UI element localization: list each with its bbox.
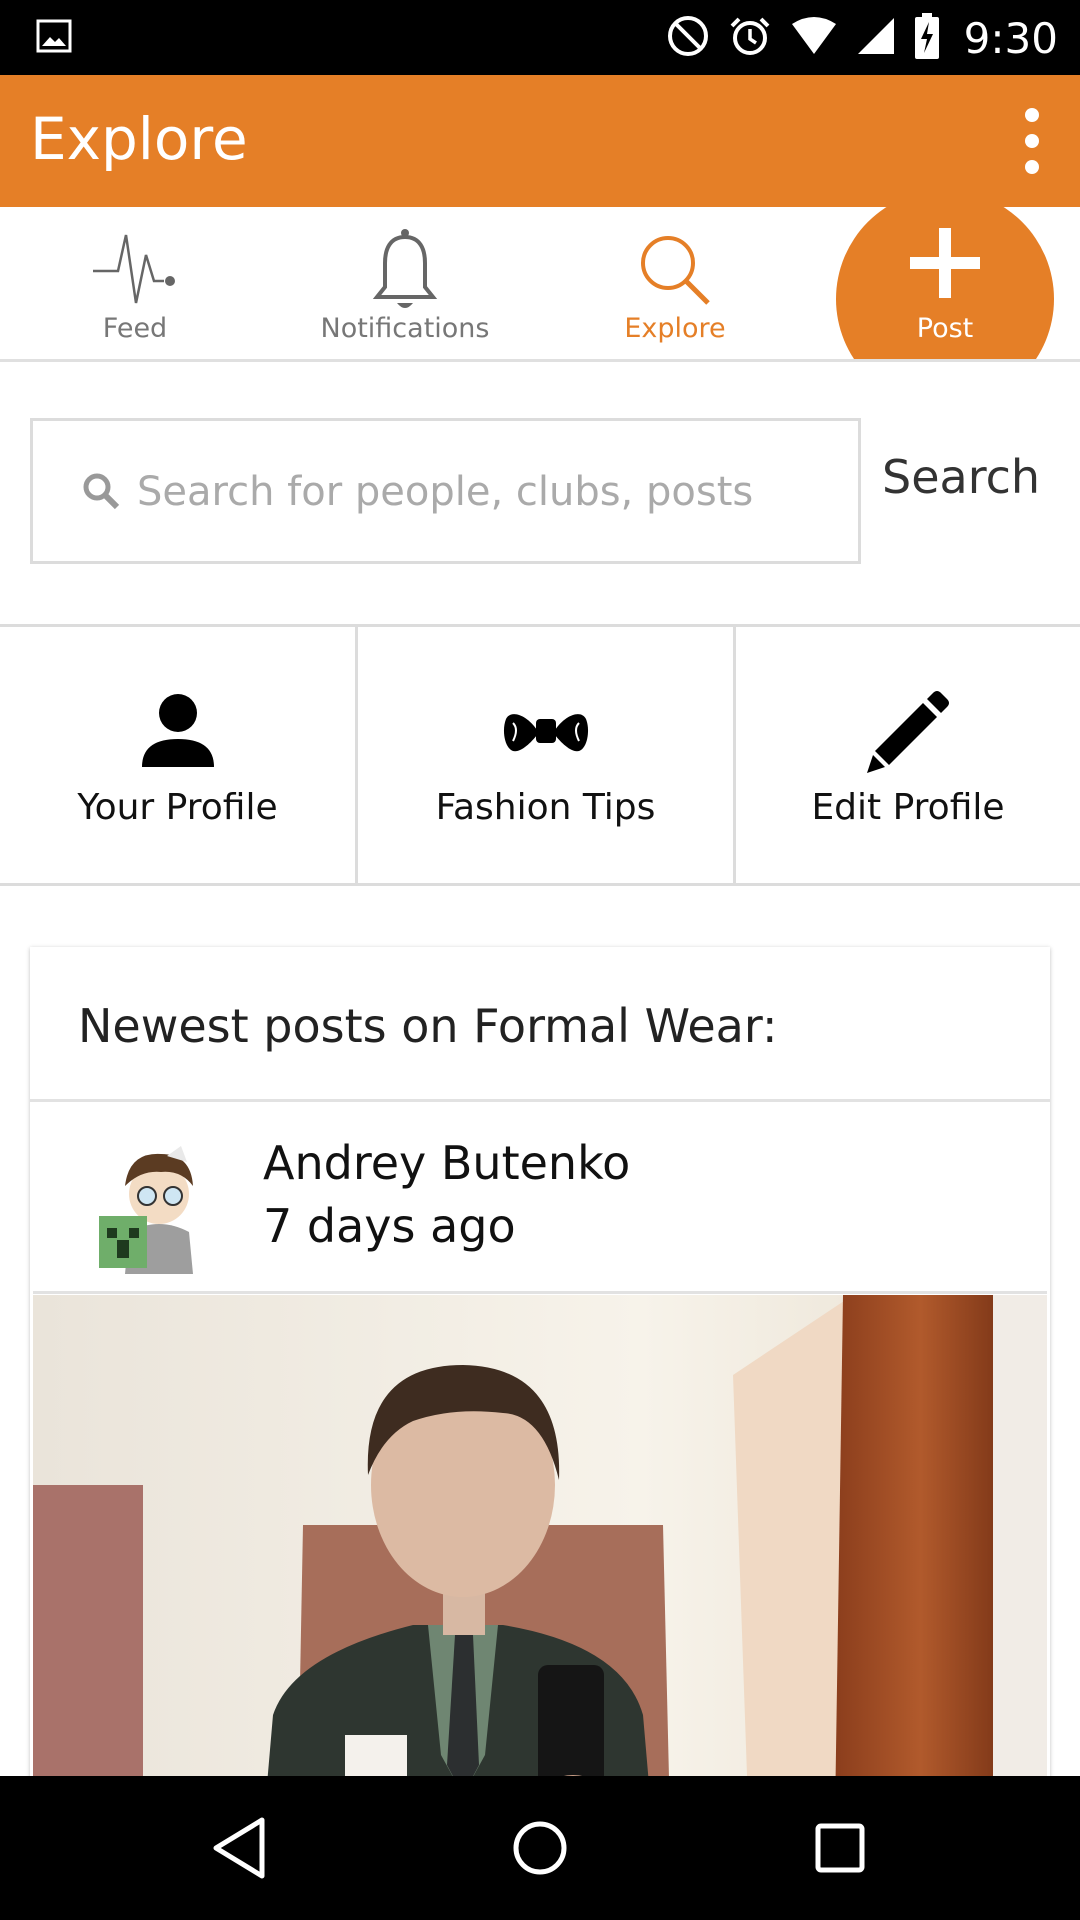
- post-timestamp: 7 days ago: [263, 1199, 516, 1253]
- card-header: Newest posts on Formal Wear:: [30, 947, 1050, 1102]
- page-title: Explore: [30, 105, 248, 173]
- action-label: Fashion Tips: [435, 787, 656, 828]
- search-icon: [630, 225, 720, 315]
- tab-label: Explore: [624, 313, 726, 344]
- tab-label: Feed: [102, 313, 168, 344]
- quick-actions: Your Profile Fashion Tips Edit Profile: [0, 624, 1080, 886]
- tab-bar: Feed Notifications Explore Post: [0, 207, 1080, 362]
- app-bar: Explore: [0, 75, 1080, 207]
- pulse-icon: [90, 225, 180, 315]
- tab-explore[interactable]: Explore: [540, 207, 810, 359]
- recents-icon[interactable]: [804, 1812, 876, 1884]
- tab-label: Notifications: [320, 313, 490, 344]
- card-title: Newest posts on Formal Wear:: [78, 999, 778, 1053]
- bow-tie-icon: [501, 685, 591, 775]
- fashion-tips-button[interactable]: Fashion Tips: [355, 627, 733, 883]
- home-icon[interactable]: [504, 1812, 576, 1884]
- image-icon: [36, 18, 72, 54]
- search-box: [30, 418, 861, 564]
- alarm-icon: [728, 14, 772, 63]
- search-input[interactable]: [137, 457, 837, 527]
- overflow-menu-icon[interactable]: [1020, 105, 1044, 177]
- bell-icon: [360, 225, 450, 315]
- tab-label: Post: [916, 313, 974, 344]
- wifi-icon: [790, 16, 838, 61]
- formal-wear-card: Newest posts on Formal Wear: Andrey Bute…: [30, 947, 1050, 1920]
- tab-feed[interactable]: Feed: [0, 207, 270, 359]
- status-time: 9:30: [963, 13, 1058, 63]
- back-icon[interactable]: [204, 1812, 276, 1884]
- search-icon: [81, 471, 121, 511]
- your-profile-button[interactable]: Your Profile: [0, 627, 355, 883]
- action-label: Edit Profile: [811, 787, 1005, 828]
- do-not-disturb-icon: [666, 14, 710, 63]
- post-author-row[interactable]: Andrey Butenko 7 days ago: [33, 1104, 1047, 1294]
- tab-notifications[interactable]: Notifications: [270, 207, 540, 359]
- signal-icon: [856, 16, 896, 61]
- search-button[interactable]: Search: [882, 450, 1040, 504]
- navigation-bar: [0, 1776, 1080, 1920]
- pencil-icon: [863, 685, 953, 775]
- status-bar: 9:30: [0, 0, 1080, 75]
- action-label: Your Profile: [77, 787, 278, 828]
- person-icon: [133, 685, 223, 775]
- plus-icon: [908, 226, 982, 300]
- battery-charging-icon: [914, 12, 940, 64]
- avatar[interactable]: [85, 1124, 233, 1274]
- edit-profile-button[interactable]: Edit Profile: [733, 627, 1080, 883]
- post-author-name[interactable]: Andrey Butenko: [263, 1136, 630, 1190]
- post-button[interactable]: Post: [836, 207, 1054, 359]
